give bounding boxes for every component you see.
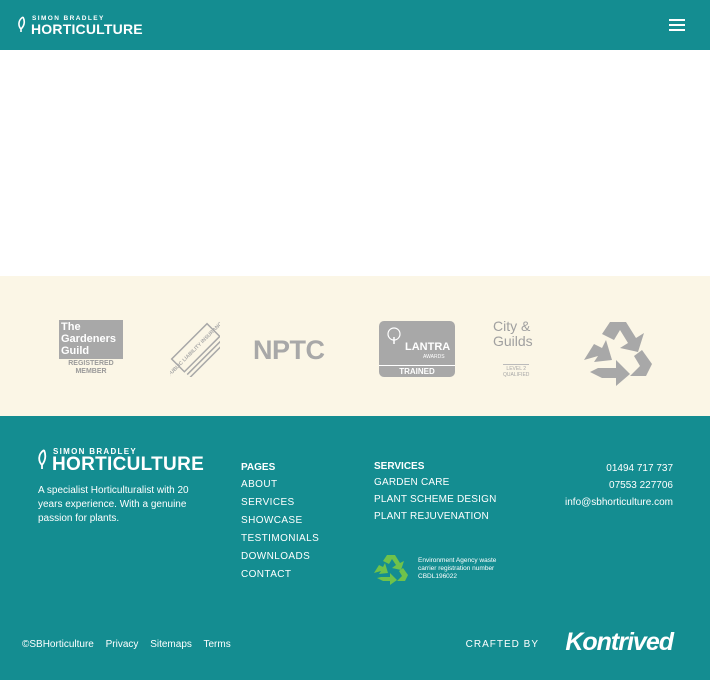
footer-link-downloads[interactable]: DOWNLOADS <box>241 548 319 566</box>
agency-logo: Kontrived <box>565 628 674 656</box>
crafted-by-label: CRAFTED BY <box>465 639 539 650</box>
public-liability-insurance-badge: PUBLIC LIABILITY INSURANCE <box>167 317 227 378</box>
footer-link-testimonials[interactable]: TESTIMONIALS <box>241 530 319 548</box>
footer-contact: 01494 717 737 07553 227706 info@sbhortic… <box>565 460 673 511</box>
terms-link[interactable]: Terms <box>204 639 231 650</box>
recycle-icon <box>374 555 408 585</box>
site-footer: SIMON BRADLEY HORTICULTURE A specialist … <box>0 416 710 680</box>
gardeners-guild-badge: The Gardeners Guild REGISTERED MEMBER <box>59 320 123 376</box>
nptc-badge: NPTC <box>253 335 325 365</box>
environment-agency-notice: Environment Agency waste carrier registr… <box>373 553 496 590</box>
footer-legal-bar: ©SBHorticulture Privacy Sitemaps Terms <box>22 639 240 650</box>
public-liability-text: PUBLIC LIABILITY INSURANCE <box>170 318 220 377</box>
lantra-trained-badge: LANTRA AWARDS TRAINED <box>379 321 455 377</box>
footer-pages-nav: PAGES ABOUT SERVICES SHOWCASE TESTIMONIA… <box>241 462 319 584</box>
pages-heading: PAGES <box>241 462 276 473</box>
leaf-icon <box>18 16 26 32</box>
lantra-name: LANTRA <box>405 341 451 353</box>
accreditation-badges: The Gardeners Guild REGISTERED MEMBER PU… <box>0 276 710 416</box>
about-blurb: A specialist Horticulturalist with 20 ye… <box>38 485 189 524</box>
sitemaps-link[interactable]: Sitemaps <box>150 639 192 650</box>
phone-link-1[interactable]: 01494 717 737 <box>565 460 673 477</box>
footer-link-plant-scheme-design[interactable]: PLANT SCHEME DESIGN <box>374 491 497 508</box>
recycle-icon <box>580 318 656 393</box>
footer-link-about[interactable]: ABOUT <box>241 476 319 494</box>
env-line-2: carrier registration number <box>418 565 495 572</box>
hero-area <box>0 50 710 276</box>
footer-link-garden-care[interactable]: GARDEN CARE <box>374 474 497 491</box>
services-heading: SERVICES <box>374 461 425 472</box>
phone-link-2[interactable]: 07553 227706 <box>565 477 673 494</box>
leaf-icon <box>38 449 47 469</box>
footer-link-contact[interactable]: CONTACT <box>241 566 319 584</box>
hamburger-menu-icon[interactable] <box>669 19 686 32</box>
footer-logo-title: HORTICULTURE <box>52 454 205 475</box>
footer-link-plant-rejuvenation[interactable]: PLANT REJUVENATION <box>374 508 497 525</box>
privacy-link[interactable]: Privacy <box>106 639 139 650</box>
logo-title: HORTICULTURE <box>31 21 143 37</box>
footer-link-services[interactable]: SERVICES <box>241 494 319 512</box>
city-and-guilds-badge: City & Guilds LEVEL 2 QUALIFIED <box>493 318 533 379</box>
env-line-1: Environment Agency waste <box>418 557 497 564</box>
lantra-trained-label: TRAINED <box>379 365 455 376</box>
footer-link-showcase[interactable]: SHOWCASE <box>241 512 319 530</box>
tree-icon <box>387 327 401 344</box>
email-link[interactable]: info@sbhorticulture.com <box>565 494 673 511</box>
lantra-awards: AWARDS <box>423 354 445 360</box>
copyright-text: ©SBHorticulture <box>22 639 94 650</box>
env-line-3: CBDL196022 <box>418 573 458 580</box>
site-header: SIMON BRADLEY HORTICULTURE <box>0 0 710 50</box>
footer-services-nav: SERVICES GARDEN CARE PLANT SCHEME DESIGN… <box>374 461 497 525</box>
